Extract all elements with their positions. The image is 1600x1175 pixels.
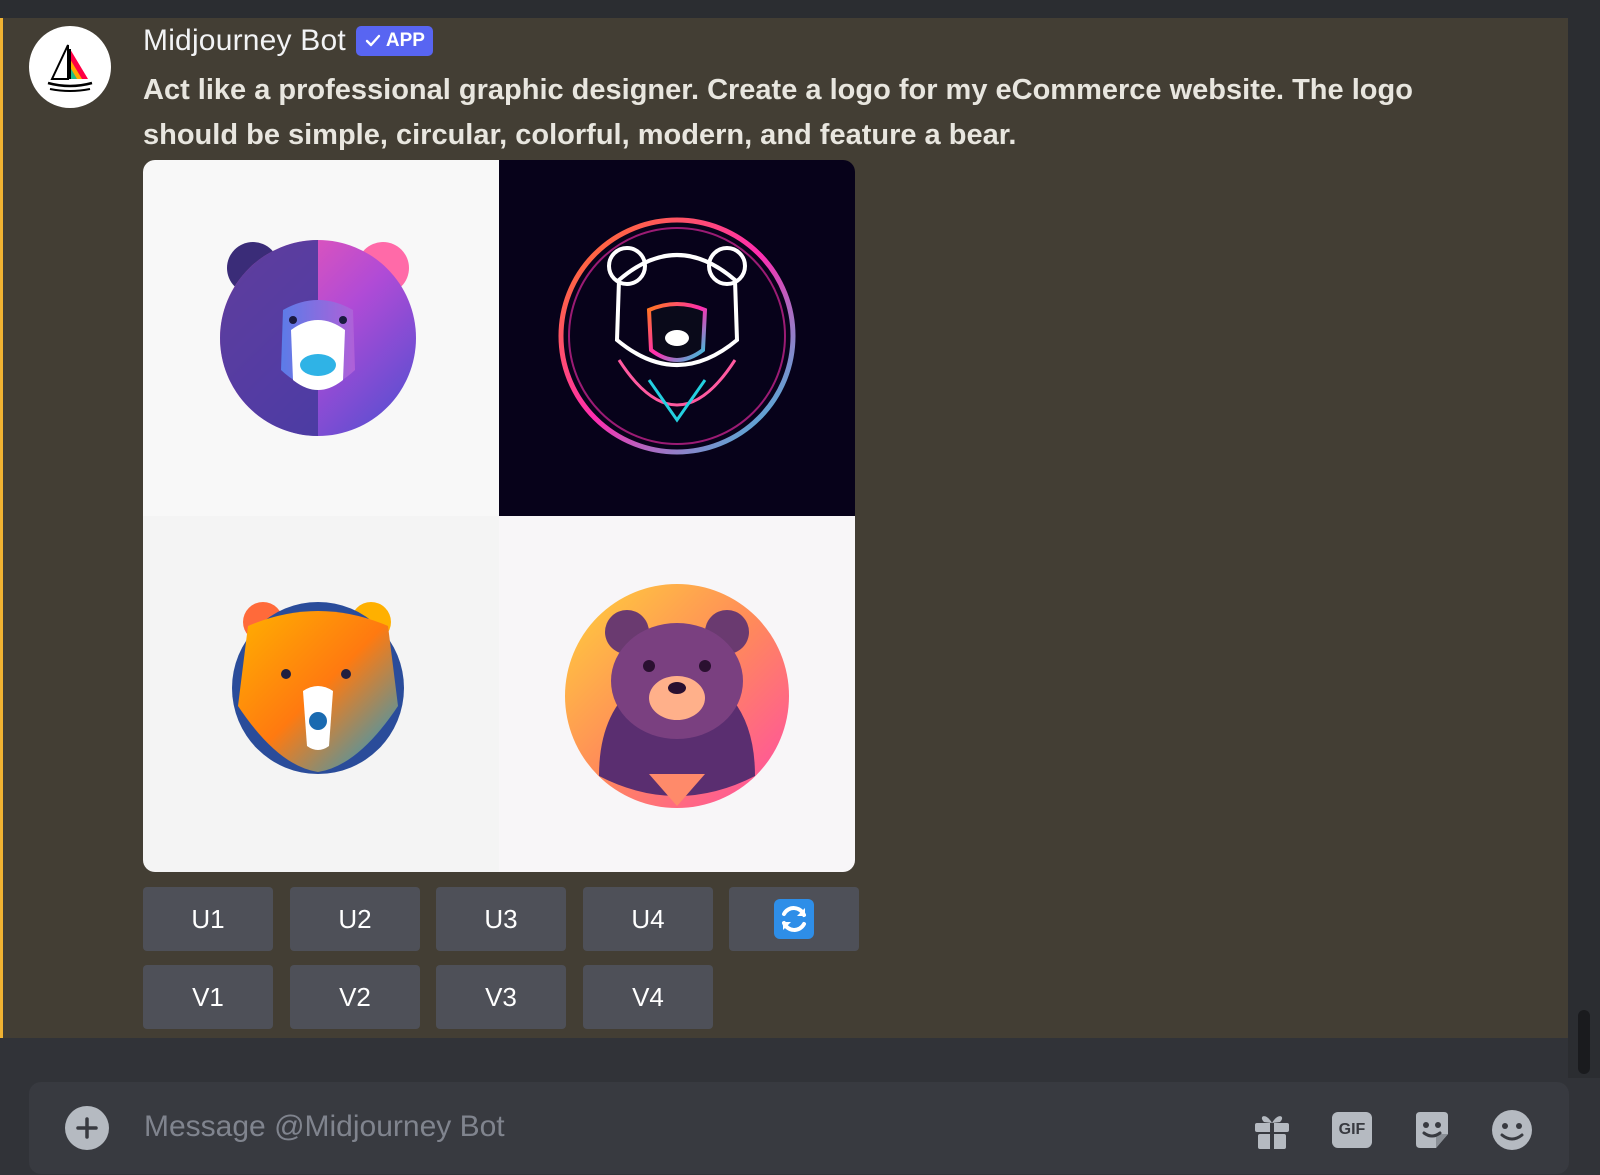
checkmark-icon bbox=[365, 34, 381, 47]
message-input[interactable]: Message @Midjourney Bot bbox=[144, 1110, 505, 1144]
message-text: Act like a professional graphic designer… bbox=[143, 74, 1413, 151]
top-strip bbox=[0, 0, 1600, 18]
bear-logo-image-2[interactable] bbox=[499, 160, 855, 516]
sticker-icon bbox=[1416, 1112, 1448, 1148]
button-label: U1 bbox=[191, 903, 225, 934]
attach-button[interactable] bbox=[65, 1106, 109, 1150]
variation-button-1[interactable]: V1 bbox=[143, 965, 273, 1029]
gif-label: GIF bbox=[1338, 1121, 1366, 1138]
message-composer[interactable]: Message @Midjourney Bot GIF bbox=[29, 1082, 1569, 1174]
scrollbar-track[interactable] bbox=[1568, 18, 1600, 1078]
upscale-button-1[interactable]: U1 bbox=[143, 887, 273, 951]
bear-icon bbox=[232, 602, 404, 774]
button-label: U2 bbox=[338, 903, 372, 934]
reroll-button[interactable] bbox=[729, 887, 859, 951]
sailboat-icon bbox=[47, 44, 93, 92]
gift-button[interactable] bbox=[1250, 1108, 1294, 1152]
button-label: V3 bbox=[485, 981, 517, 1012]
bear-icon bbox=[558, 217, 796, 455]
scrollbar-thumb[interactable] bbox=[1578, 1010, 1590, 1074]
gift-icon bbox=[1255, 1116, 1289, 1149]
button-label: V4 bbox=[632, 981, 664, 1012]
upscale-button-2[interactable]: U2 bbox=[290, 887, 420, 951]
image-grid[interactable] bbox=[143, 160, 855, 872]
author-name[interactable]: Midjourney Bot bbox=[143, 24, 346, 58]
message-header: Midjourney Bot APP bbox=[143, 24, 433, 58]
sticker-button[interactable] bbox=[1410, 1108, 1454, 1152]
variation-button-4[interactable]: V4 bbox=[583, 965, 713, 1029]
upscale-button-4[interactable]: U4 bbox=[583, 887, 713, 951]
bear-icon bbox=[220, 240, 416, 436]
variation-button-3[interactable]: V3 bbox=[436, 965, 566, 1029]
bear-logo-image-1[interactable] bbox=[143, 160, 499, 516]
button-label: U3 bbox=[484, 903, 518, 934]
button-label: U4 bbox=[631, 903, 665, 934]
upscale-button-3[interactable]: U3 bbox=[436, 887, 566, 951]
bear-icon bbox=[565, 584, 789, 808]
button-label: V1 bbox=[192, 981, 224, 1012]
app-badge-label: APP bbox=[385, 30, 425, 51]
bot-avatar[interactable] bbox=[29, 26, 111, 108]
bear-logo-image-3[interactable] bbox=[143, 516, 499, 872]
emoji-icon bbox=[1492, 1110, 1532, 1150]
bear-logo-image-4[interactable] bbox=[499, 516, 855, 872]
gif-button[interactable]: GIF bbox=[1330, 1108, 1374, 1152]
plus-icon bbox=[76, 1117, 98, 1139]
emoji-button[interactable] bbox=[1490, 1108, 1534, 1152]
button-label: V2 bbox=[339, 981, 371, 1012]
app-badge: APP bbox=[355, 26, 433, 56]
variation-button-2[interactable]: V2 bbox=[290, 965, 420, 1029]
refresh-icon bbox=[774, 899, 814, 939]
